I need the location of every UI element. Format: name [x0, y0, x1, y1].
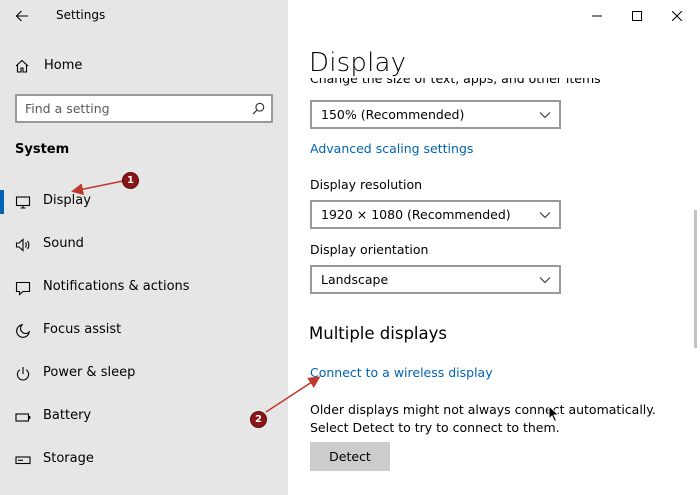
wireless-display-link[interactable]: Connect to a wireless display	[310, 365, 493, 380]
sidebar-item-storage[interactable]: Storage	[0, 442, 288, 478]
sidebar-item-label: Focus assist	[43, 322, 122, 337]
scale-description: Change the size of text, apps, and other…	[310, 78, 600, 89]
back-arrow-icon	[15, 10, 28, 22]
sidebar-item-label: Battery	[43, 408, 92, 423]
minimize-icon	[592, 15, 602, 17]
storage-icon	[15, 456, 31, 465]
sidebar-item-sound[interactable]: Sound	[0, 227, 288, 263]
sidebar-item-display[interactable]: Display	[0, 184, 288, 220]
home-nav-item[interactable]: Home	[0, 52, 288, 80]
page-title: Display	[309, 48, 407, 78]
sidebar-item-label: Display	[43, 193, 91, 208]
sidebar-item-label: Notifications & actions	[43, 279, 190, 294]
notification-icon	[15, 281, 31, 296]
selection-indicator	[0, 190, 4, 214]
chevron-down-icon	[539, 277, 551, 284]
sidebar-item-label: Storage	[43, 451, 94, 466]
close-icon	[672, 11, 682, 21]
mouse-cursor-icon	[548, 405, 560, 423]
monitor-icon	[15, 196, 31, 209]
sidebar-item-focus-assist[interactable]: Focus assist	[0, 313, 288, 349]
power-icon	[16, 367, 30, 381]
search-box[interactable]	[15, 94, 273, 123]
sidebar: Settings Home System Display Sound Notif…	[0, 0, 288, 495]
app-title: Settings	[56, 8, 106, 22]
annotation-badge-1: 1	[122, 172, 139, 189]
scrollbar[interactable]	[694, 210, 697, 348]
sidebar-item-notifications[interactable]: Notifications & actions	[0, 270, 288, 306]
scale-dropdown[interactable]: 150% (Recommended)	[310, 100, 561, 129]
home-icon	[15, 59, 29, 73]
detect-button[interactable]: Detect	[310, 442, 390, 471]
multiple-displays-heading: Multiple displays	[309, 324, 447, 343]
orientation-value: Landscape	[321, 272, 389, 287]
battery-icon	[15, 413, 31, 422]
maximize-icon	[632, 11, 642, 21]
sidebar-item-label: Sound	[43, 236, 84, 251]
sidebar-item-battery[interactable]: Battery	[0, 399, 288, 435]
orientation-dropdown[interactable]: Landscape	[310, 265, 561, 294]
annotation-badge-2: 2	[250, 411, 267, 428]
speaker-icon	[15, 238, 30, 252]
chevron-down-icon	[539, 212, 551, 219]
resolution-label: Display resolution	[310, 177, 423, 192]
orientation-label: Display orientation	[310, 242, 429, 257]
title-bar: Settings	[0, 0, 288, 32]
detect-description: Older displays might not always connect …	[310, 402, 656, 435]
resolution-value: 1920 × 1080 (Recommended)	[321, 207, 511, 222]
moon-icon	[16, 323, 31, 338]
sidebar-item-power-sleep[interactable]: Power & sleep	[0, 356, 288, 392]
back-button[interactable]	[8, 4, 36, 28]
advanced-scaling-link[interactable]: Advanced scaling settings	[310, 141, 473, 156]
search-input[interactable]	[17, 96, 237, 121]
scale-description-text: Change the size of text, apps, and other…	[310, 78, 600, 86]
search-icon[interactable]	[252, 102, 265, 115]
resolution-dropdown[interactable]: 1920 × 1080 (Recommended)	[310, 200, 561, 229]
home-label: Home	[44, 58, 83, 73]
sidebar-item-label: Power & sleep	[43, 365, 136, 380]
chevron-down-icon	[539, 112, 551, 119]
close-button[interactable]	[654, 0, 700, 32]
section-title: System	[15, 142, 70, 157]
scale-value: 150% (Recommended)	[321, 107, 465, 122]
